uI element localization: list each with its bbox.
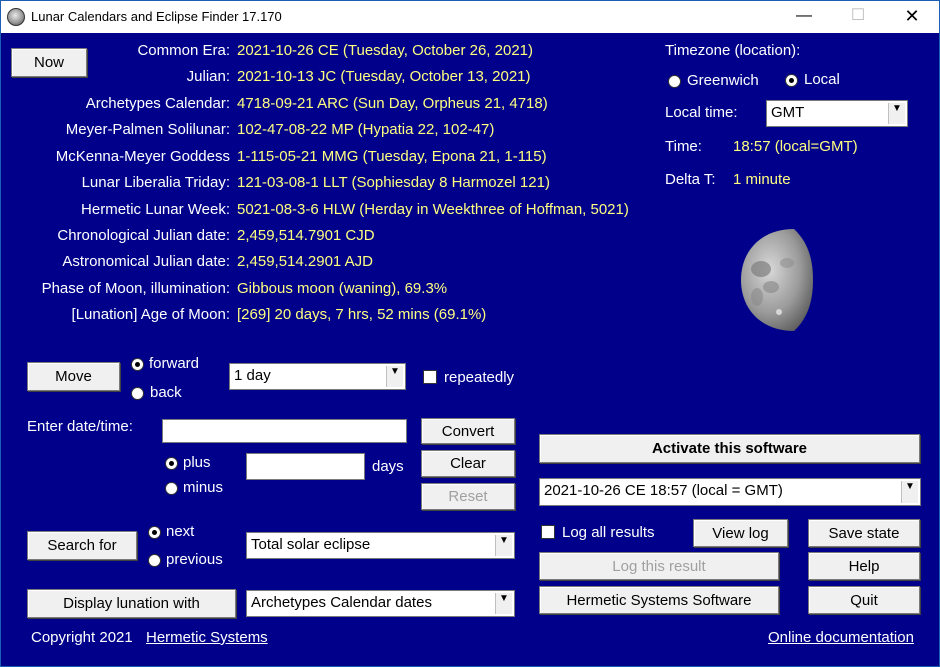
maximize-button[interactable]: ☐ [835,1,881,33]
moon-phase-label: Phase of Moon, illumination: [41,280,230,297]
view-log-button[interactable]: View log [693,519,788,547]
previous-radio-label[interactable]: previous [166,551,223,568]
move-step-select-value: 1 day [234,367,271,384]
forward-radio-label[interactable]: forward [149,355,199,372]
days-input[interactable] [246,453,365,480]
julian-label: Julian: [186,68,230,85]
greenwich-radio[interactable] [668,75,681,88]
moon-phase-value: Gibbous moon (waning), 69.3% [237,280,448,297]
archetypes-label: Archetypes Calendar: [85,95,230,112]
greenwich-radio-label[interactable]: Greenwich [687,72,759,89]
result-select[interactable]: 2021-10-26 CE 18:57 (local = GMT) ▼ [539,478,921,506]
hermetic-systems-link[interactable]: Hermetic Systems [146,629,268,646]
mckenna-meyer-value: 1-115-05-21 MMG (Tuesday, Epona 21, 1-11… [237,148,547,165]
chronological-julian-value: 2,459,514.7901 CJD [237,227,375,244]
common-era-value: 2021-10-26 CE (Tuesday, October 26, 2021… [237,42,534,59]
local-time-select-value: GMT [771,104,805,121]
moon-age-label: [Lunation] Age of Moon: [71,306,230,323]
next-radio-label[interactable]: next [166,523,194,540]
hermetic-systems-software-button[interactable]: Hermetic Systems Software [539,586,779,614]
lunation-calendar-select-value: Archetypes Calendar dates [251,594,432,611]
chevron-down-icon: ▼ [888,103,905,124]
minimize-button[interactable]: — [781,1,827,33]
lunation-calendar-select[interactable]: Archetypes Calendar dates ▼ [246,590,515,617]
display-lunation-button[interactable]: Display lunation with [27,589,236,618]
chevron-down-icon: ▼ [901,481,918,503]
log-all-results-label[interactable]: Log all results [562,524,655,541]
clear-button[interactable]: Clear [421,450,515,477]
log-this-result-button[interactable]: Log this result [539,552,779,580]
window-title: Lunar Calendars and Eclipse Finder 17.17… [31,9,282,24]
chevron-down-icon: ▼ [495,535,512,556]
local-time-label: Local time: [665,104,738,121]
back-radio[interactable] [131,387,144,400]
delta-t-label: Delta T: [665,171,716,188]
chronological-julian-label: Chronological Julian date: [57,227,230,244]
next-radio[interactable] [148,526,161,539]
local-radio[interactable] [785,74,798,87]
reset-button[interactable]: Reset [421,483,515,510]
online-documentation-link[interactable]: Online documentation [768,629,914,646]
common-era-label: Common Era: [137,42,230,59]
copyright-text: Copyright 2021 [31,629,133,646]
local-time-select[interactable]: GMT ▼ [766,100,908,127]
julian-value: 2021-10-13 JC (Tuesday, October 13, 2021… [237,68,531,85]
minus-radio[interactable] [165,482,178,495]
plus-radio[interactable] [165,457,178,470]
chevron-down-icon: ▼ [495,593,512,614]
date-time-input[interactable] [162,419,407,443]
astronomical-julian-label: Astronomical Julian date: [62,253,230,270]
result-select-value: 2021-10-26 CE 18:57 (local = GMT) [544,482,783,499]
meyer-palmen-value: 102-47-08-22 MP (Hypatia 22, 102-47) [237,121,495,138]
search-target-select-value: Total solar eclipse [251,536,371,553]
time-label: Time: [665,138,702,155]
previous-radio[interactable] [148,554,161,567]
lunar-liberalia-value: 121-03-08-1 LLT (Sophiesday 8 Harmozel 1… [237,174,550,191]
enter-date-label: Enter date/time: [27,418,133,435]
search-target-select[interactable]: Total solar eclipse ▼ [246,532,515,559]
plus-radio-label[interactable]: plus [183,454,211,471]
quit-button[interactable]: Quit [808,586,920,614]
astronomical-julian-value: 2,459,514.2901 AJD [237,253,373,270]
time-value: 18:57 (local=GMT) [733,138,858,155]
hermetic-lunar-week-label: Hermetic Lunar Week: [81,201,230,218]
days-label: days [372,458,404,475]
meyer-palmen-label: Meyer-Palmen Solilunar: [65,121,230,138]
minus-radio-label[interactable]: minus [183,479,223,496]
timezone-label: Timezone (location): [665,42,801,59]
search-for-button[interactable]: Search for [27,531,137,560]
close-button[interactable]: ✕ [889,1,935,33]
repeatedly-checkbox[interactable] [423,370,437,384]
title-bar: Lunar Calendars and Eclipse Finder 17.17… [1,1,939,33]
moon-image [741,229,813,331]
lunar-liberalia-label: Lunar Liberalia Triday: [81,174,230,191]
back-radio-label[interactable]: back [150,384,182,401]
mckenna-meyer-label: McKenna-Meyer Goddess [55,148,230,165]
move-step-select[interactable]: 1 day ▼ [229,363,406,390]
app-window: Lunar Calendars and Eclipse Finder 17.17… [0,0,940,667]
moon-age-value: [269] 20 days, 7 hrs, 52 mins (69.1%) [237,306,487,323]
chevron-down-icon: ▼ [386,366,403,387]
repeatedly-label[interactable]: repeatedly [444,369,514,386]
moon-app-icon [7,8,25,26]
save-state-button[interactable]: Save state [808,519,920,547]
convert-button[interactable]: Convert [421,418,515,444]
log-all-results-checkbox[interactable] [541,525,555,539]
archetypes-value: 4718-09-21 ARC (Sun Day, Orpheus 21, 471… [237,95,548,112]
local-radio-label[interactable]: Local [804,71,840,88]
delta-t-value: 1 minute [733,171,791,188]
activate-software-button[interactable]: Activate this software [539,434,920,463]
hermetic-lunar-week-value: 5021-08-3-6 HLW (Herday in Weekthree of … [237,201,629,218]
move-button[interactable]: Move [27,362,120,391]
help-button[interactable]: Help [808,552,920,580]
forward-radio[interactable] [131,358,144,371]
